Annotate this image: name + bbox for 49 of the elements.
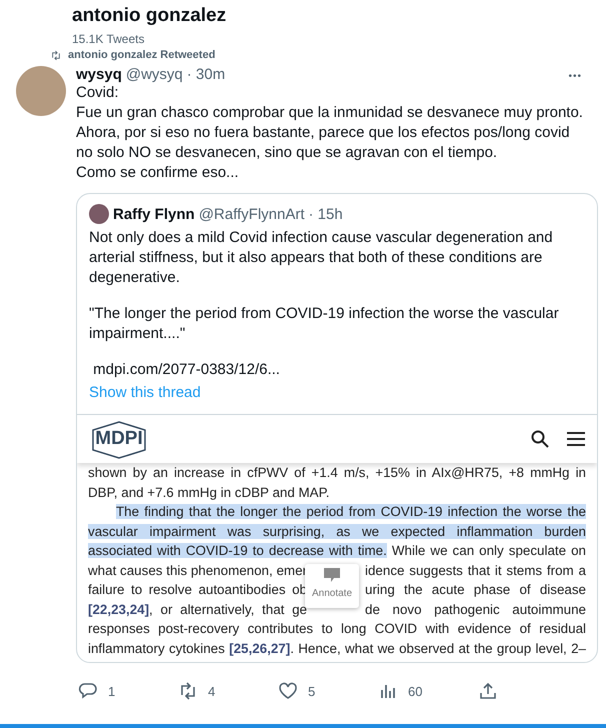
count: 4: [208, 684, 216, 698]
article-text-line: responses post-recovery contributes to long COVID with evidence of residual: [88, 620, 586, 638]
author-name[interactable]: wysyq: [76, 66, 122, 83]
article-text-line: idence suggests that it stems from a: [365, 562, 586, 580]
link-text[interactable]: mdpi.com/2077-0383/12/6...: [89, 360, 585, 380]
search-icon[interactable]: [531, 430, 549, 448]
quoted-text: Not only does a mild Covid infection cause vascular degeneration and arterial stiffness, but it also appears that both of these conditions are degenerative.: [89, 228, 554, 288]
tweet-time[interactable]: · 15h: [308, 206, 343, 222]
tweet-text: Covid:: [76, 83, 120, 103]
highlighted-text: vascular impairment was surprising, as we expected inflammation burden: [88, 524, 586, 538]
article-text-line: [22,23,24], or alternatively, that ge: [88, 600, 307, 619]
article-text: inflammatory cytokines: [88, 640, 226, 656]
article-text: . Hence, what we observed at the group level, 2–: [290, 640, 586, 656]
tweet-text: no solo NO se desvanecen, sino que se agravan con el tiempo.: [76, 143, 498, 163]
article-text: While we can only speculate on: [390, 543, 586, 558]
author-handle[interactable]: @wysyq: [126, 66, 183, 83]
tweet-text: Ahora, por si eso no fuera bastante, parece que los efectos pos/long covid: [76, 123, 571, 143]
count: 1: [108, 684, 116, 698]
highlighted-text: The finding that the longer the period from COVID-19 infection the worse the: [116, 504, 586, 519]
count: 5: [308, 684, 316, 698]
highlighted-text: associated with COVID-19 to decrease with time.: [88, 543, 387, 558]
reply-icon[interactable]: [78, 681, 98, 701]
article-text-line: shown by an increase in cfPWV of +1.4 m/s, +15% in AIx@HR75, +8 mmHg in: [88, 464, 586, 482]
retweet-note: antonio gonzalez Retweeted: [68, 49, 216, 61]
article-text-line: what causes this phenomenon, emer: [88, 562, 307, 580]
tweet-count: 15.1K Tweets: [72, 32, 146, 46]
avatar[interactable]: [89, 204, 109, 224]
heart-icon[interactable]: [278, 681, 298, 701]
author-handle[interactable]: @RaffyFlynnArt: [198, 206, 305, 222]
share-icon[interactable]: [478, 681, 498, 701]
profile-name: antonio gonzalez: [72, 4, 228, 28]
avatar[interactable]: [16, 66, 66, 116]
quote-icon: [324, 568, 340, 582]
annotate-button[interactable]: Annotate: [305, 564, 359, 608]
article-text-line: DBP, and +7.6 mmHg in cDBP and MAP.: [88, 484, 331, 502]
tweet-text: Como se confirme eso...: [76, 163, 240, 183]
retweet-icon: [50, 50, 62, 60]
count: 60: [408, 684, 422, 698]
retweet-icon[interactable]: [178, 681, 198, 701]
quoted-tweet-card[interactable]: [76, 193, 598, 663]
citation-link[interactable]: [25,26,27]: [229, 640, 290, 656]
tweet-text: Fue un gran chasco comprobar que la inmunidad se desvanece muy pronto.: [76, 103, 584, 123]
more-button[interactable]: •••: [568, 71, 582, 82]
menu-icon[interactable]: [567, 432, 585, 446]
quoted-text: "The longer the period from COVID-19 infection the worse the vascular impairment....": [89, 304, 560, 344]
article-text-line: de novo pathogenic autoimmune: [365, 600, 586, 619]
tweet-time[interactable]: · 30m: [186, 66, 226, 83]
article-text-line: uring the acute phase of disease: [365, 581, 586, 599]
author-name[interactable]: Raffy Flynn: [113, 206, 195, 222]
